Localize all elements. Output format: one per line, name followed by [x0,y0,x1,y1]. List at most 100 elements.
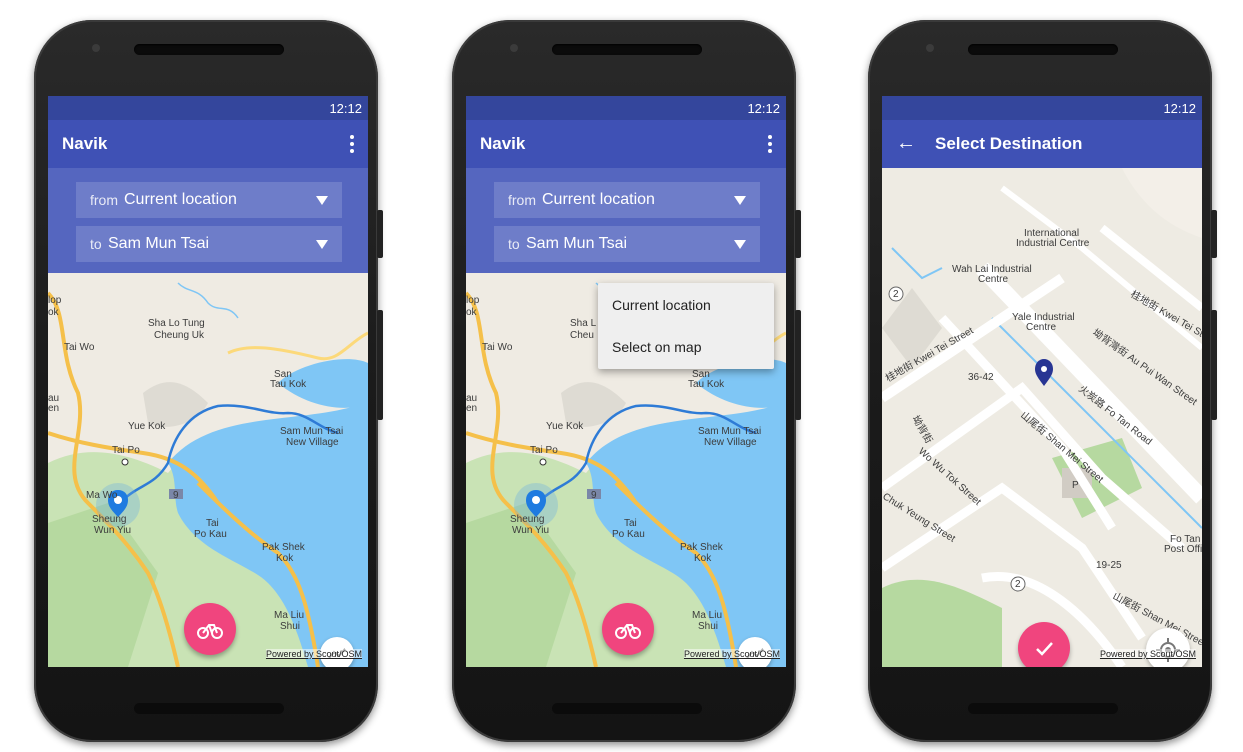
from-value: Current location [124,191,237,208]
map-label: Sheung [92,514,126,525]
map-label: Pak Shek [262,542,306,553]
powered-by-link[interactable]: Powered by Scout/OSM [1099,649,1196,659]
map-label: Po Kau [194,529,227,540]
status-time: 12:12 [329,101,362,116]
map-label: Sam Mun Tsai [280,426,343,437]
map-label: Centre [1026,322,1056,333]
confirm-fab-button[interactable] [1018,622,1070,667]
map-label: Sha L [570,318,597,329]
map-label: Tai Wo [482,342,513,353]
camera [92,44,100,52]
back-arrow-icon[interactable]: ← [896,132,916,155]
map-label: Yue Kok [128,421,166,432]
from-field[interactable]: from Current location [76,182,342,218]
map-view[interactable]: P International Industrial Centre Wah La… [882,168,1202,667]
from-value: Current location [542,191,655,208]
from-prefix: from [90,192,118,208]
screen: 12:12 Navik from Current location to Sam… [48,96,368,667]
status-bar: 12:12 [48,96,368,120]
to-value: Sam Mun Tsai [108,235,210,252]
status-time: 12:12 [747,101,780,116]
map-label: lop [466,295,480,306]
status-bar: 12:12 [466,96,786,120]
map-label: Tau Kok [688,379,725,390]
chevron-down-icon [316,196,328,205]
map-canvas: P International Industrial Centre Wah La… [882,168,1202,667]
bike-fab-button[interactable] [602,603,654,655]
camera [510,44,518,52]
side-button [377,310,383,420]
map-label: Shui [280,621,300,632]
to-field[interactable]: to Sam Mun Tsai [494,226,760,262]
map-label: en [466,403,477,414]
app-bar: ← Select Destination [882,120,1202,168]
side-button [795,310,801,420]
from-prefix: from [508,192,536,208]
map-label: Post Office [1164,544,1202,555]
map-label: Sam Mun Tsai [698,426,761,437]
map-label: Tau Kok [270,379,307,390]
destination-dropdown-menu: Current location Select on map [598,283,774,369]
map-label: 9 [173,490,179,501]
chevron-down-icon [734,196,746,205]
map-label: Tai Wo [64,342,95,353]
map-label: Cheung Uk [154,330,205,341]
to-field[interactable]: to Sam Mun Tsai [76,226,342,262]
map-label: ok [48,307,60,318]
phone-1: 12:12 Navik from Current location to Sam… [34,20,383,742]
map-label: Cheu [570,330,594,341]
bike-icon [197,624,223,639]
chevron-down-icon [734,240,746,249]
app-bar: Navik [48,120,368,168]
overflow-menu-icon[interactable] [762,132,778,156]
map-label: Shui [698,621,718,632]
map-label: Wun Yiu [94,525,131,536]
map-label: 2 [1015,579,1021,590]
screen: 12:12 ← Select Destination P Internation… [882,96,1202,667]
powered-by-link[interactable]: Powered by Scout/OSM [265,649,362,659]
map-label: New Village [704,437,757,448]
phone-3: 12:12 ← Select Destination P Internation… [868,20,1217,742]
map-label: Tai [624,518,637,529]
map-label: Ma Liu [692,610,722,621]
overflow-menu-icon[interactable] [344,132,360,156]
bottom-speaker [552,703,702,714]
map-label: Tai Po [112,445,140,456]
map-label: lop [48,295,62,306]
map-label: 36-42 [968,372,994,383]
map-label: Pak Shek [680,542,724,553]
app-title: Navik [480,134,526,153]
map-label: Tai Po [530,445,558,456]
map-label: en [48,403,59,414]
menu-item-select-on-map[interactable]: Select on map [612,339,702,355]
menu-item-current-location[interactable]: Current location [612,297,711,313]
status-time: 12:12 [1163,101,1196,116]
bike-icon [615,624,641,639]
side-button [1211,310,1217,420]
side-button [795,210,801,258]
map-label: Ma Wo [86,490,118,501]
powered-by-link[interactable]: Powered by Scout/OSM [683,649,780,659]
side-button [1211,210,1217,258]
map-label: Tai [206,518,219,529]
my-location-fab-button[interactable] [1146,628,1190,667]
map-label: Industrial Centre [1016,238,1090,249]
chevron-down-icon [316,240,328,249]
speaker [134,44,284,55]
bike-fab-button[interactable] [184,603,236,655]
bottom-speaker [968,703,1118,714]
map-label: Sha Lo Tung [148,318,205,329]
from-field[interactable]: from Current location [494,182,760,218]
map-label: New Village [286,437,339,448]
map-label: ok [466,307,478,318]
map-label: Ma Liu [274,610,304,621]
to-value: Sam Mun Tsai [526,235,628,252]
map-label: Kok [694,553,712,564]
map-label: Wun Yiu [512,525,549,536]
camera [926,44,934,52]
phone-2: 12:12 Navik from Current location to Sam… [452,20,801,742]
app-title: Navik [62,134,108,153]
route-panel: from Current location to Sam Mun Tsai [48,168,368,273]
speaker [552,44,702,55]
map-label: Po Kau [612,529,645,540]
